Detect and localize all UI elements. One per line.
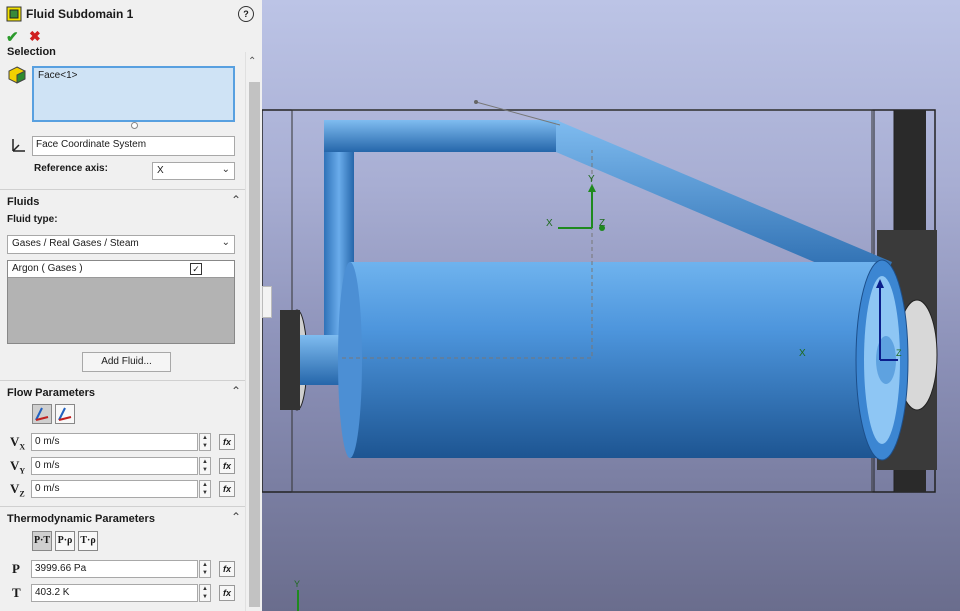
fluid-name: Argon ( Gases )	[12, 263, 83, 274]
p-rho-mode-button[interactable]: P·ρ	[55, 531, 75, 551]
selection-heading: Selection	[7, 46, 56, 58]
top-pipe[interactable]	[324, 120, 559, 152]
vx-field[interactable]: 0 m/s	[31, 433, 198, 451]
scrollbar-thumb[interactable]	[249, 82, 260, 607]
list-item[interactable]: Argon ( Gases ) ✓	[8, 261, 234, 278]
face-selection-list[interactable]: Face<1>	[32, 66, 235, 122]
fluid-list[interactable]: Argon ( Gases ) ✓	[7, 260, 235, 344]
temperature-field[interactable]: 403.2 K	[31, 584, 198, 602]
graphics-viewport[interactable]: Y X Z X Z Y	[262, 0, 960, 611]
coordinate-system-field[interactable]: Face Coordinate System	[32, 136, 235, 156]
triad-z-label: Z	[599, 218, 605, 229]
property-panel: Fluid Subdomain 1 ? ✔ ✖ Selection Face<1…	[0, 0, 262, 611]
vz-stepper[interactable]: ▲ ▼	[199, 480, 211, 498]
vz-label: VZ	[10, 481, 25, 499]
temperature-stepper[interactable]: ▲ ▼	[199, 584, 211, 602]
cancel-button[interactable]: ✖	[29, 28, 41, 45]
vz-formula-button[interactable]: fx	[219, 481, 235, 497]
chevron-down-icon: ⌄	[221, 237, 230, 248]
main-cylinder[interactable]	[350, 262, 885, 458]
cylinder-left-end	[338, 262, 362, 458]
model-view[interactable]: Y X Z X Z Y	[262, 0, 960, 611]
chevron-down-icon: ⌄	[221, 164, 230, 175]
thermodynamic-heading: Thermodynamic Parameters	[7, 513, 155, 525]
section-divider	[0, 380, 245, 381]
reference-axis-select[interactable]: X ⌄	[152, 162, 235, 180]
vz-field[interactable]: 0 m/s	[31, 480, 198, 498]
fluid-type-label: Fluid type:	[7, 214, 58, 225]
fluids-heading: Fluids	[7, 196, 40, 208]
mach-number-mode-button[interactable]	[55, 404, 75, 424]
pressure-label: P	[12, 561, 20, 576]
scroll-up-icon[interactable]: ⌃	[248, 56, 256, 67]
panel-scrollbar[interactable]: ⌃	[245, 52, 262, 611]
add-fluid-button[interactable]: Add Fluid...	[82, 352, 171, 372]
velocity-vector-mode-button[interactable]	[32, 404, 52, 424]
thermodynamic-section-header[interactable]: Thermodynamic Parameters ⌃	[0, 509, 245, 529]
flow-parameters-heading: Flow Parameters	[7, 387, 96, 399]
velocity-vector-icon	[35, 407, 49, 421]
panel-title: Fluid Subdomain 1	[26, 7, 134, 21]
pressure-formula-button[interactable]: fx	[219, 561, 235, 577]
vx-formula-button[interactable]: fx	[219, 434, 235, 450]
temperature-label: T	[12, 585, 21, 600]
flow-parameters-section-header[interactable]: Flow Parameters ⌃	[0, 383, 245, 403]
fluid-type-select[interactable]: Gases / Real Gases / Steam ⌄	[7, 235, 235, 254]
left-mount	[280, 310, 300, 410]
list-resize-handle[interactable]	[131, 122, 138, 129]
fluid-type-value: Gases / Real Gases / Steam	[12, 238, 139, 249]
section-divider	[0, 506, 245, 507]
selection-section-header[interactable]: Selection	[0, 44, 245, 60]
fluid-checkbox[interactable]: ✓	[190, 263, 202, 275]
face-selection-item[interactable]: Face<1>	[38, 70, 77, 81]
triad-y-arrow	[588, 184, 596, 192]
temperature-formula-button[interactable]: fx	[219, 585, 235, 601]
vx-stepper[interactable]: ▲ ▼	[199, 433, 211, 451]
vx-label: VX	[10, 434, 26, 452]
face-z-label: Z	[896, 348, 902, 358]
coordinate-system-icon	[12, 139, 25, 152]
pressure-field[interactable]: 3999.66 Pa	[31, 560, 198, 578]
vy-field[interactable]: 0 m/s	[31, 457, 198, 475]
t-rho-mode-button[interactable]: T·ρ	[78, 531, 98, 551]
panel-collapse-handle[interactable]	[262, 286, 272, 318]
help-icon[interactable]: ?	[238, 6, 254, 22]
triad-x-label: X	[546, 218, 553, 229]
vy-stepper[interactable]: ▲ ▼	[199, 457, 211, 475]
fluid-subdomain-icon	[6, 6, 22, 22]
fluids-section-header[interactable]: Fluids ⌃	[0, 192, 245, 212]
section-divider	[0, 189, 245, 190]
face-x-label: X	[799, 348, 806, 359]
collapse-chevron-icon[interactable]: ⌃	[231, 510, 241, 524]
pt-mode-button[interactable]: P·T	[32, 531, 52, 551]
reference-axis-label: Reference axis:	[34, 163, 108, 174]
pressure-stepper[interactable]: ▲ ▼	[199, 560, 211, 578]
collapse-chevron-icon[interactable]: ⌃	[231, 384, 241, 398]
collapse-chevron-icon[interactable]: ⌃	[231, 193, 241, 207]
triad-y-label: Y	[588, 174, 595, 185]
vy-label: VY	[10, 458, 26, 476]
mach-number-icon	[58, 407, 72, 421]
reference-axis-value: X	[157, 165, 164, 176]
view-triad-y-label: Y	[294, 579, 300, 589]
vy-formula-button[interactable]: fx	[219, 458, 235, 474]
face-selection-icon	[8, 66, 26, 84]
sketch-point	[474, 100, 478, 104]
